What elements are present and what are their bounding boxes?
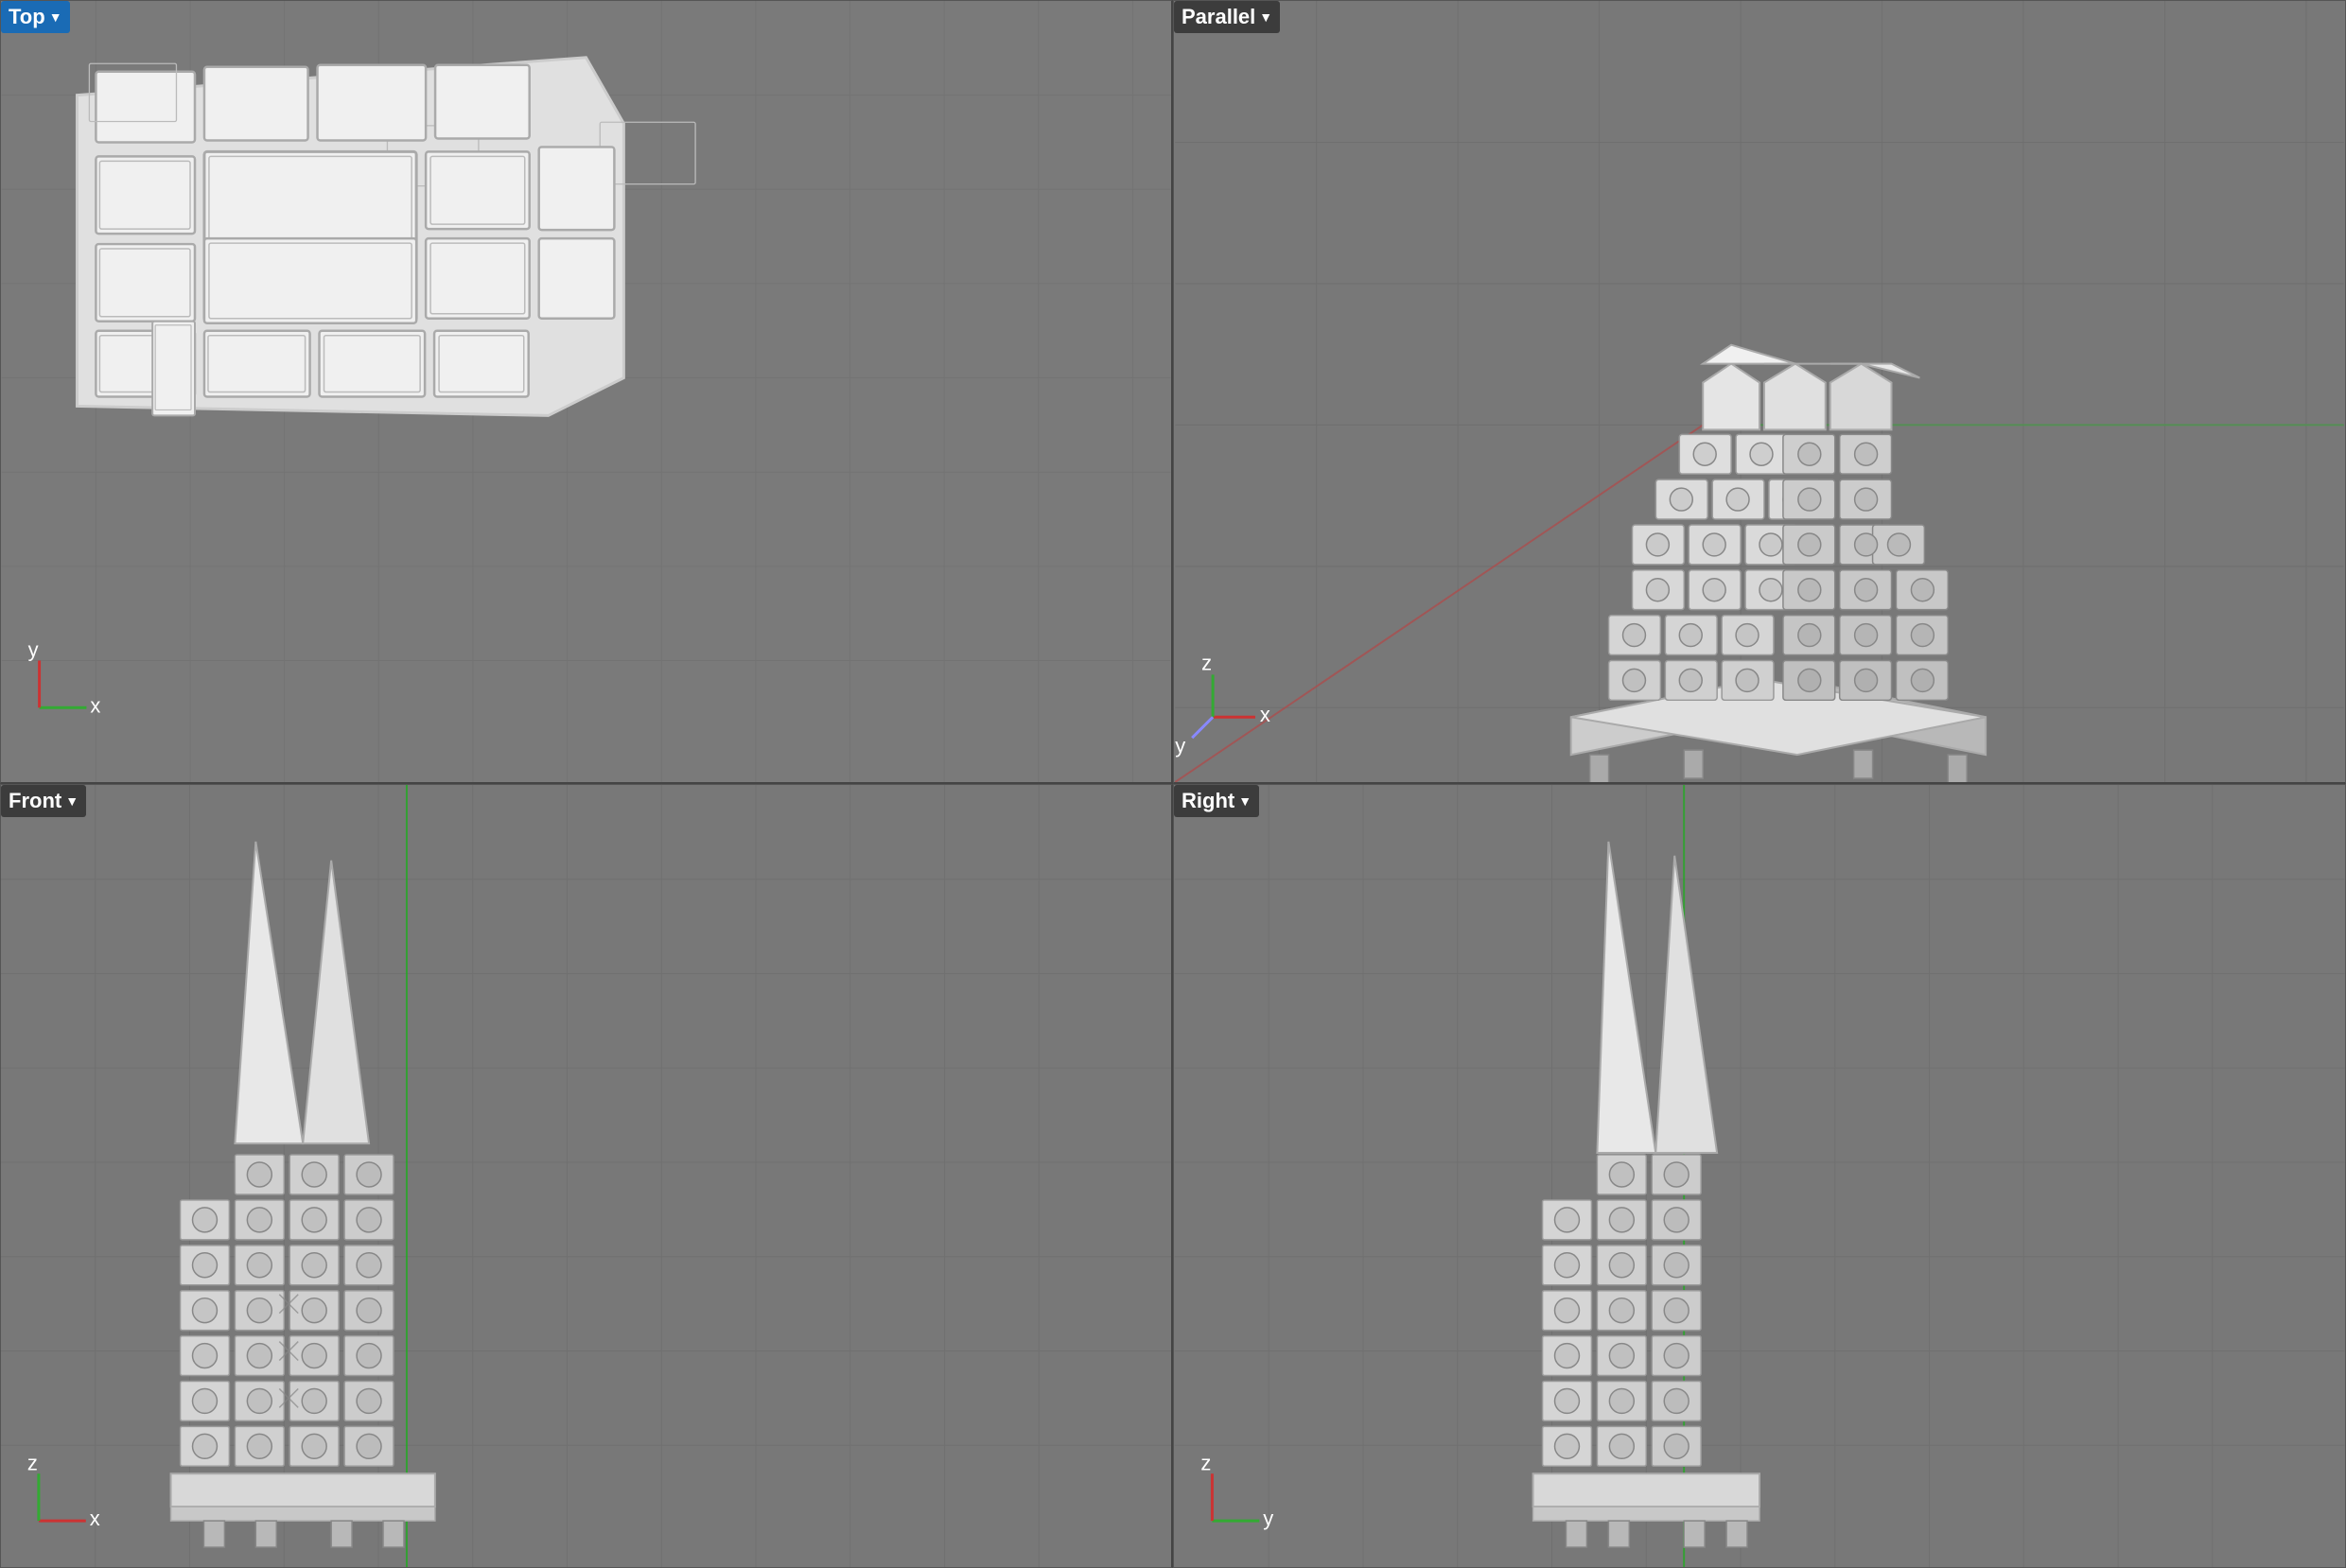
- right-dropdown-icon: ▼: [1238, 793, 1252, 809]
- top-dropdown-icon: ▼: [49, 9, 62, 25]
- svg-text:y: y: [1175, 734, 1185, 758]
- svg-text:y: y: [28, 637, 39, 661]
- svg-text:y: y: [1263, 1507, 1273, 1530]
- svg-text:x: x: [1260, 703, 1270, 726]
- viewport-top-label[interactable]: Top ▼: [1, 1, 70, 33]
- svg-text:z: z: [27, 1451, 38, 1474]
- svg-text:x: x: [90, 1507, 100, 1530]
- front-dropdown-icon: ▼: [65, 793, 79, 809]
- viewport-top[interactable]: x y Top ▼: [0, 0, 1173, 784]
- viewport-parallel-label[interactable]: Parallel ▼: [1174, 1, 1280, 33]
- viewport-right-label[interactable]: Right ▼: [1174, 785, 1259, 817]
- viewport-front-label[interactable]: Front ▼: [1, 785, 86, 817]
- viewport-right[interactable]: y z Right ▼: [1173, 784, 2346, 1568]
- svg-text:x: x: [90, 693, 100, 717]
- viewport-parallel[interactable]: x z y Parallel ▼: [1173, 0, 2346, 784]
- svg-text:z: z: [1200, 1451, 1211, 1474]
- viewport-front[interactable]: x z Front ▼: [0, 784, 1173, 1568]
- parallel-dropdown-icon: ▼: [1259, 9, 1272, 25]
- svg-text:z: z: [1201, 651, 1212, 674]
- viewport-grid: x y Top ▼: [0, 0, 2346, 1568]
